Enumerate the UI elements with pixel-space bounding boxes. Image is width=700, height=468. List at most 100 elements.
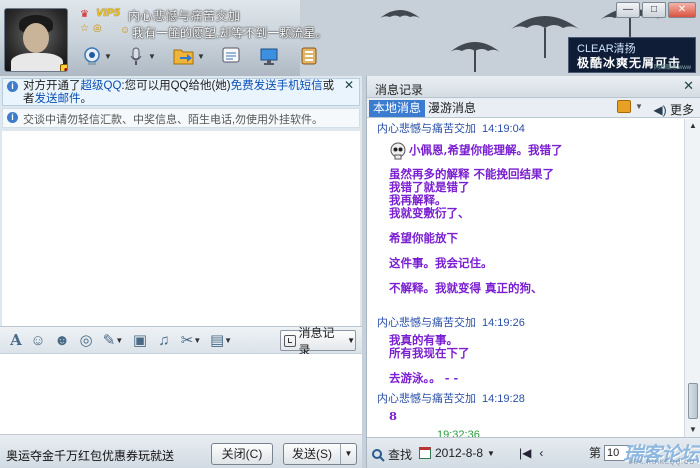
message-header: 内心悲憾与痛苦交加 14:19:28 bbox=[377, 391, 684, 408]
chevron-down-icon: ▼ bbox=[487, 448, 495, 458]
message-sender: 内心悲憾与痛苦交加 bbox=[377, 393, 476, 405]
emoji-icon[interactable]: ☺ bbox=[26, 329, 50, 351]
notice-text: :您可以用QQ给他(她) bbox=[121, 80, 231, 92]
monitor-icon bbox=[260, 48, 278, 65]
forum-watermark-url: BBS.RUIKEQQ.CO bbox=[629, 460, 696, 466]
scroll-up-icon[interactable]: ▲ bbox=[687, 119, 699, 133]
message-record-label: 消息记录 bbox=[298, 325, 335, 357]
message-manager-icon[interactable] bbox=[617, 100, 631, 113]
vip-badge[interactable]: VIP5 bbox=[96, 7, 120, 19]
close-window-button[interactable]: ✕ bbox=[668, 2, 696, 18]
message-line: 小佩恩,希望你能理解。我错了 bbox=[377, 142, 684, 160]
chevron-down-icon: ▼ bbox=[104, 51, 112, 61]
message-line: 8 bbox=[389, 409, 398, 423]
crown-icon: ♛ bbox=[80, 9, 89, 20]
remote-assist-button[interactable] bbox=[254, 42, 284, 70]
close-history-icon[interactable]: ✕ bbox=[683, 78, 694, 94]
history-title: 消息记录 bbox=[375, 83, 424, 97]
search-label: 查找 bbox=[388, 448, 413, 462]
search-button[interactable]: 查找 bbox=[371, 446, 412, 463]
window-controls: — □ ✕ bbox=[592, 2, 696, 20]
magic-face-icon[interactable]: ☻ bbox=[50, 329, 74, 351]
notice-text: 对方开通了 bbox=[23, 80, 81, 92]
speaker-icon: ◀) bbox=[653, 103, 667, 117]
contact-avatar[interactable]: ● bbox=[4, 8, 68, 72]
more-label: 更多 bbox=[669, 103, 694, 117]
close-notice-icon[interactable]: ✕ bbox=[344, 79, 354, 92]
message-line: 不解释。我就变得 真正的狗、 bbox=[389, 281, 543, 295]
first-page-icon[interactable]: |◀ bbox=[519, 446, 531, 460]
message-record-button[interactable]: 消息记录 ▼ bbox=[280, 326, 356, 357]
promo-text[interactable]: 奥运夺金千万红包优惠券玩就送 bbox=[6, 447, 174, 464]
screenshot-scissors-icon[interactable]: ✂ ▼ bbox=[176, 329, 206, 351]
message-time: 14:19:26 bbox=[482, 317, 525, 329]
more-tools-icon[interactable]: ▤ ▼ bbox=[206, 329, 236, 351]
free-sms-link[interactable]: 免费发送手机短信 bbox=[231, 80, 323, 92]
send-button[interactable]: 发送(S) ▼ bbox=[283, 443, 357, 465]
font-icon[interactable]: A bbox=[6, 329, 26, 351]
pen-icon[interactable]: ✎ ▼ bbox=[98, 329, 128, 351]
contact-signature: 我有一篚的愿望,却等不到一颗流星。 bbox=[132, 26, 328, 40]
minimize-button[interactable]: — bbox=[616, 2, 640, 18]
tab-local-messages[interactable]: 本地消息 bbox=[369, 100, 426, 117]
info-icon: i bbox=[7, 81, 18, 92]
contact-nickname: 内心悲憾与痛苦交加 bbox=[128, 9, 241, 23]
image-icon[interactable]: ▣ bbox=[128, 329, 152, 351]
message-time: 14:19:04 bbox=[482, 123, 525, 135]
message-sender: 内心悲憾与痛苦交加 bbox=[377, 123, 476, 135]
previous-page-icon[interactable]: ‹ bbox=[539, 446, 543, 460]
tab-roaming-messages[interactable]: 漫游消息 bbox=[425, 100, 479, 117]
message-sender: 内心悲憾与痛苦交加 bbox=[377, 317, 476, 329]
message-text: 小佩恩,希望你能理解。我错了 bbox=[409, 143, 563, 157]
voice-call-button[interactable]: ▼ bbox=[124, 42, 158, 70]
notice-text: 。 bbox=[80, 93, 93, 105]
skull-emoji-icon bbox=[390, 142, 406, 160]
message-line: 我就变敷衍了、 bbox=[389, 206, 470, 220]
signature-icon: ☺ bbox=[120, 25, 131, 36]
history-tabs: 本地消息 漫游消息 ▼ ◀) 更多 bbox=[367, 98, 700, 118]
video-call-button[interactable]: ▼ bbox=[80, 42, 114, 70]
app-box-button[interactable] bbox=[294, 42, 324, 70]
date-value: 2012-8-8 bbox=[435, 446, 484, 460]
history-scrollbar[interactable]: ▲ ▼ bbox=[684, 119, 700, 437]
shake-window-icon[interactable]: ◎ bbox=[74, 329, 98, 351]
clock-icon bbox=[284, 334, 296, 347]
transfer-file-button[interactable]: ▼ bbox=[172, 42, 206, 70]
message-header: 内心悲憾与痛苦交加 14:19:04 bbox=[377, 121, 684, 138]
send-bar: 奥运夺金千万红包优惠券玩就送 关闭(C) 发送(S) ▼ bbox=[0, 434, 362, 468]
super-qq-link[interactable]: 超级QQ bbox=[81, 80, 122, 92]
send-email-link[interactable]: 发送邮件 bbox=[35, 93, 81, 105]
more-button[interactable]: ◀) 更多 bbox=[653, 101, 694, 118]
level-icons: ☆◎ bbox=[80, 23, 106, 34]
scroll-down-icon[interactable]: ▼ bbox=[687, 423, 699, 437]
folder-arrow-icon bbox=[173, 49, 194, 65]
maximize-button[interactable]: □ bbox=[642, 2, 666, 18]
chevron-down-icon[interactable]: ▼ bbox=[635, 102, 643, 111]
search-icon bbox=[372, 448, 385, 462]
online-status-icon: ● bbox=[60, 64, 67, 71]
safety-notice-text: 交谈中请勿轻信汇款、中奖信息、陌生电话,勿使用外挂软件。 bbox=[23, 114, 324, 126]
close-button[interactable]: 关闭(C) bbox=[211, 443, 273, 465]
history-footer: 查找 2012-8-8 ▼ |◀ ‹ 第 10 瑞客论坛 BBS.RUIKEQQ… bbox=[367, 437, 700, 468]
scroll-thumb[interactable] bbox=[688, 383, 698, 419]
chevron-down-icon: ▼ bbox=[347, 336, 355, 345]
send-options-chevron-icon[interactable]: ▼ bbox=[340, 444, 356, 464]
message-input[interactable] bbox=[0, 354, 362, 434]
chat-pane: i 对方开通了超级QQ:您可以用QQ给他(她)免费发送手机短信或者发送邮件。 ✕… bbox=[0, 76, 362, 468]
sms-icon bbox=[222, 47, 240, 63]
message-line: 所有我现在下了 bbox=[389, 346, 470, 360]
message-line: 这件事。我会记住。 bbox=[389, 256, 493, 270]
message-line: 去游泳。。 - - bbox=[389, 371, 459, 385]
info-icon: i bbox=[7, 112, 18, 123]
send-sms-button[interactable] bbox=[216, 42, 246, 70]
page-navigation: |◀ ‹ bbox=[519, 446, 543, 460]
date-picker[interactable]: 2012-8-8 ▼ bbox=[419, 446, 495, 460]
message-header: 内心悲憾与痛苦交加 14:19:26 bbox=[377, 315, 684, 332]
message-history-pane: 消息记录 ✕ 本地消息 漫游消息 ▼ ◀) 更多 内心悲憾与痛苦交加 14:19:… bbox=[366, 76, 700, 468]
input-toolbar: A ☺ ☻ ◎ ✎ ▼ ▣ ♫ ✂ ▼ ▤ ▼ 消息记录 ▼ bbox=[0, 326, 362, 357]
history-message-list[interactable]: 内心悲憾与痛苦交加 14:19:04 小佩恩,希望你能理解。我错了 虽然再多的解释… bbox=[367, 119, 684, 437]
header-ad-banner[interactable]: CLEAR清扬 极酷冰爽无屑可击 网络联系www bbox=[568, 37, 696, 73]
music-icon[interactable]: ♫ bbox=[152, 329, 176, 351]
message-time: 14:19:28 bbox=[482, 393, 525, 405]
conversation-area[interactable] bbox=[2, 130, 360, 326]
